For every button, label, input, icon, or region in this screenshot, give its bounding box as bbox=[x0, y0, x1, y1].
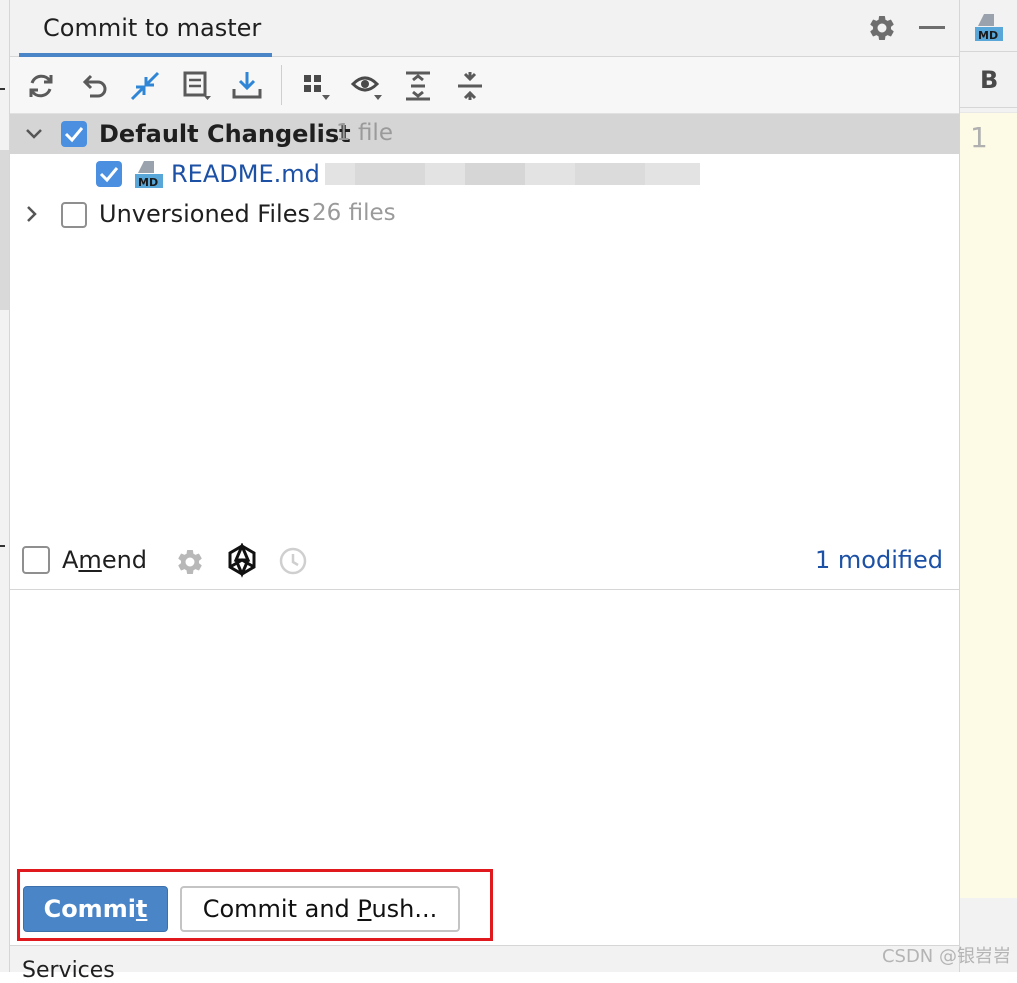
structure-tab[interactable]: B bbox=[960, 56, 1017, 108]
tab-commit[interactable]: Commit to master bbox=[19, 0, 272, 57]
group-by-icon[interactable] bbox=[300, 69, 334, 103]
refresh-icon[interactable] bbox=[24, 69, 58, 103]
redacted-file-path bbox=[325, 160, 720, 188]
amend-label-mnemonic: m bbox=[78, 546, 102, 574]
editor-strip: MD B 1 bbox=[959, 0, 1017, 972]
red-highlight-annotation bbox=[17, 869, 493, 941]
minimize-icon[interactable] bbox=[919, 26, 945, 29]
amend-label-after: end bbox=[101, 546, 148, 574]
openai-assistant-icon[interactable] bbox=[224, 542, 260, 579]
changelist-name: Default Changelist bbox=[99, 120, 351, 148]
line-number-gutter: 1 bbox=[960, 112, 1017, 898]
commit-toolbar bbox=[10, 57, 959, 114]
bottom-tool-bar: Services bbox=[10, 945, 959, 983]
services-tab[interactable]: Services bbox=[22, 958, 115, 983]
chevron-right-icon[interactable] bbox=[22, 204, 42, 224]
commit-options-gear-icon[interactable] bbox=[175, 547, 205, 577]
tab-commit-label: Commit to master bbox=[43, 14, 262, 42]
tool-window-header: Commit to master bbox=[10, 0, 959, 57]
left-gutter bbox=[0, 0, 10, 972]
file-name: README.md bbox=[171, 160, 320, 188]
amend-checkbox[interactable] bbox=[22, 546, 50, 574]
structure-letter: B bbox=[980, 66, 999, 94]
unversioned-count: 26 files bbox=[312, 200, 396, 226]
gutter-marker bbox=[0, 150, 9, 310]
changelist-icon[interactable] bbox=[180, 69, 214, 103]
update-icon[interactable] bbox=[230, 69, 264, 103]
changelist-count: 1 file bbox=[336, 120, 393, 146]
amend-bar: Amend 1 modified bbox=[10, 535, 959, 590]
changelist-checkbox[interactable] bbox=[61, 121, 87, 147]
show-diff-icon[interactable] bbox=[128, 69, 162, 103]
history-clock-icon[interactable] bbox=[278, 546, 308, 576]
chevron-down-icon[interactable] bbox=[24, 124, 44, 144]
gutter-dash bbox=[0, 545, 5, 547]
gutter-dash bbox=[0, 88, 5, 90]
unversioned-row[interactable]: Unversioned Files 26 files bbox=[10, 194, 959, 234]
file-badge-text: MD bbox=[138, 176, 158, 189]
settings-gear-icon[interactable] bbox=[867, 13, 897, 43]
line-number: 1 bbox=[970, 121, 988, 154]
watermark: CSDN @银岧岧 bbox=[881, 946, 1011, 967]
editor-tab-readme[interactable]: MD bbox=[960, 0, 1017, 52]
modified-count-link[interactable]: 1 modified bbox=[815, 546, 943, 574]
file-checkbox[interactable] bbox=[96, 161, 122, 187]
amend-label-before: A bbox=[62, 546, 79, 574]
amend-label[interactable]: Amend bbox=[62, 546, 147, 574]
commit-message-input[interactable] bbox=[10, 591, 959, 861]
rollback-icon[interactable] bbox=[76, 69, 110, 103]
toolbar-separator bbox=[281, 65, 282, 105]
expand-all-icon[interactable] bbox=[401, 69, 435, 103]
editor-badge-text: MD bbox=[978, 29, 998, 42]
markdown-file-icon: MD bbox=[975, 14, 1003, 42]
unversioned-checkbox[interactable] bbox=[61, 202, 87, 228]
changelist-row[interactable]: Default Changelist 1 file bbox=[10, 114, 959, 154]
markdown-file-icon: MD bbox=[134, 159, 164, 189]
view-options-icon[interactable] bbox=[350, 69, 384, 103]
collapse-all-icon[interactable] bbox=[453, 69, 487, 103]
unversioned-name: Unversioned Files bbox=[99, 200, 310, 228]
